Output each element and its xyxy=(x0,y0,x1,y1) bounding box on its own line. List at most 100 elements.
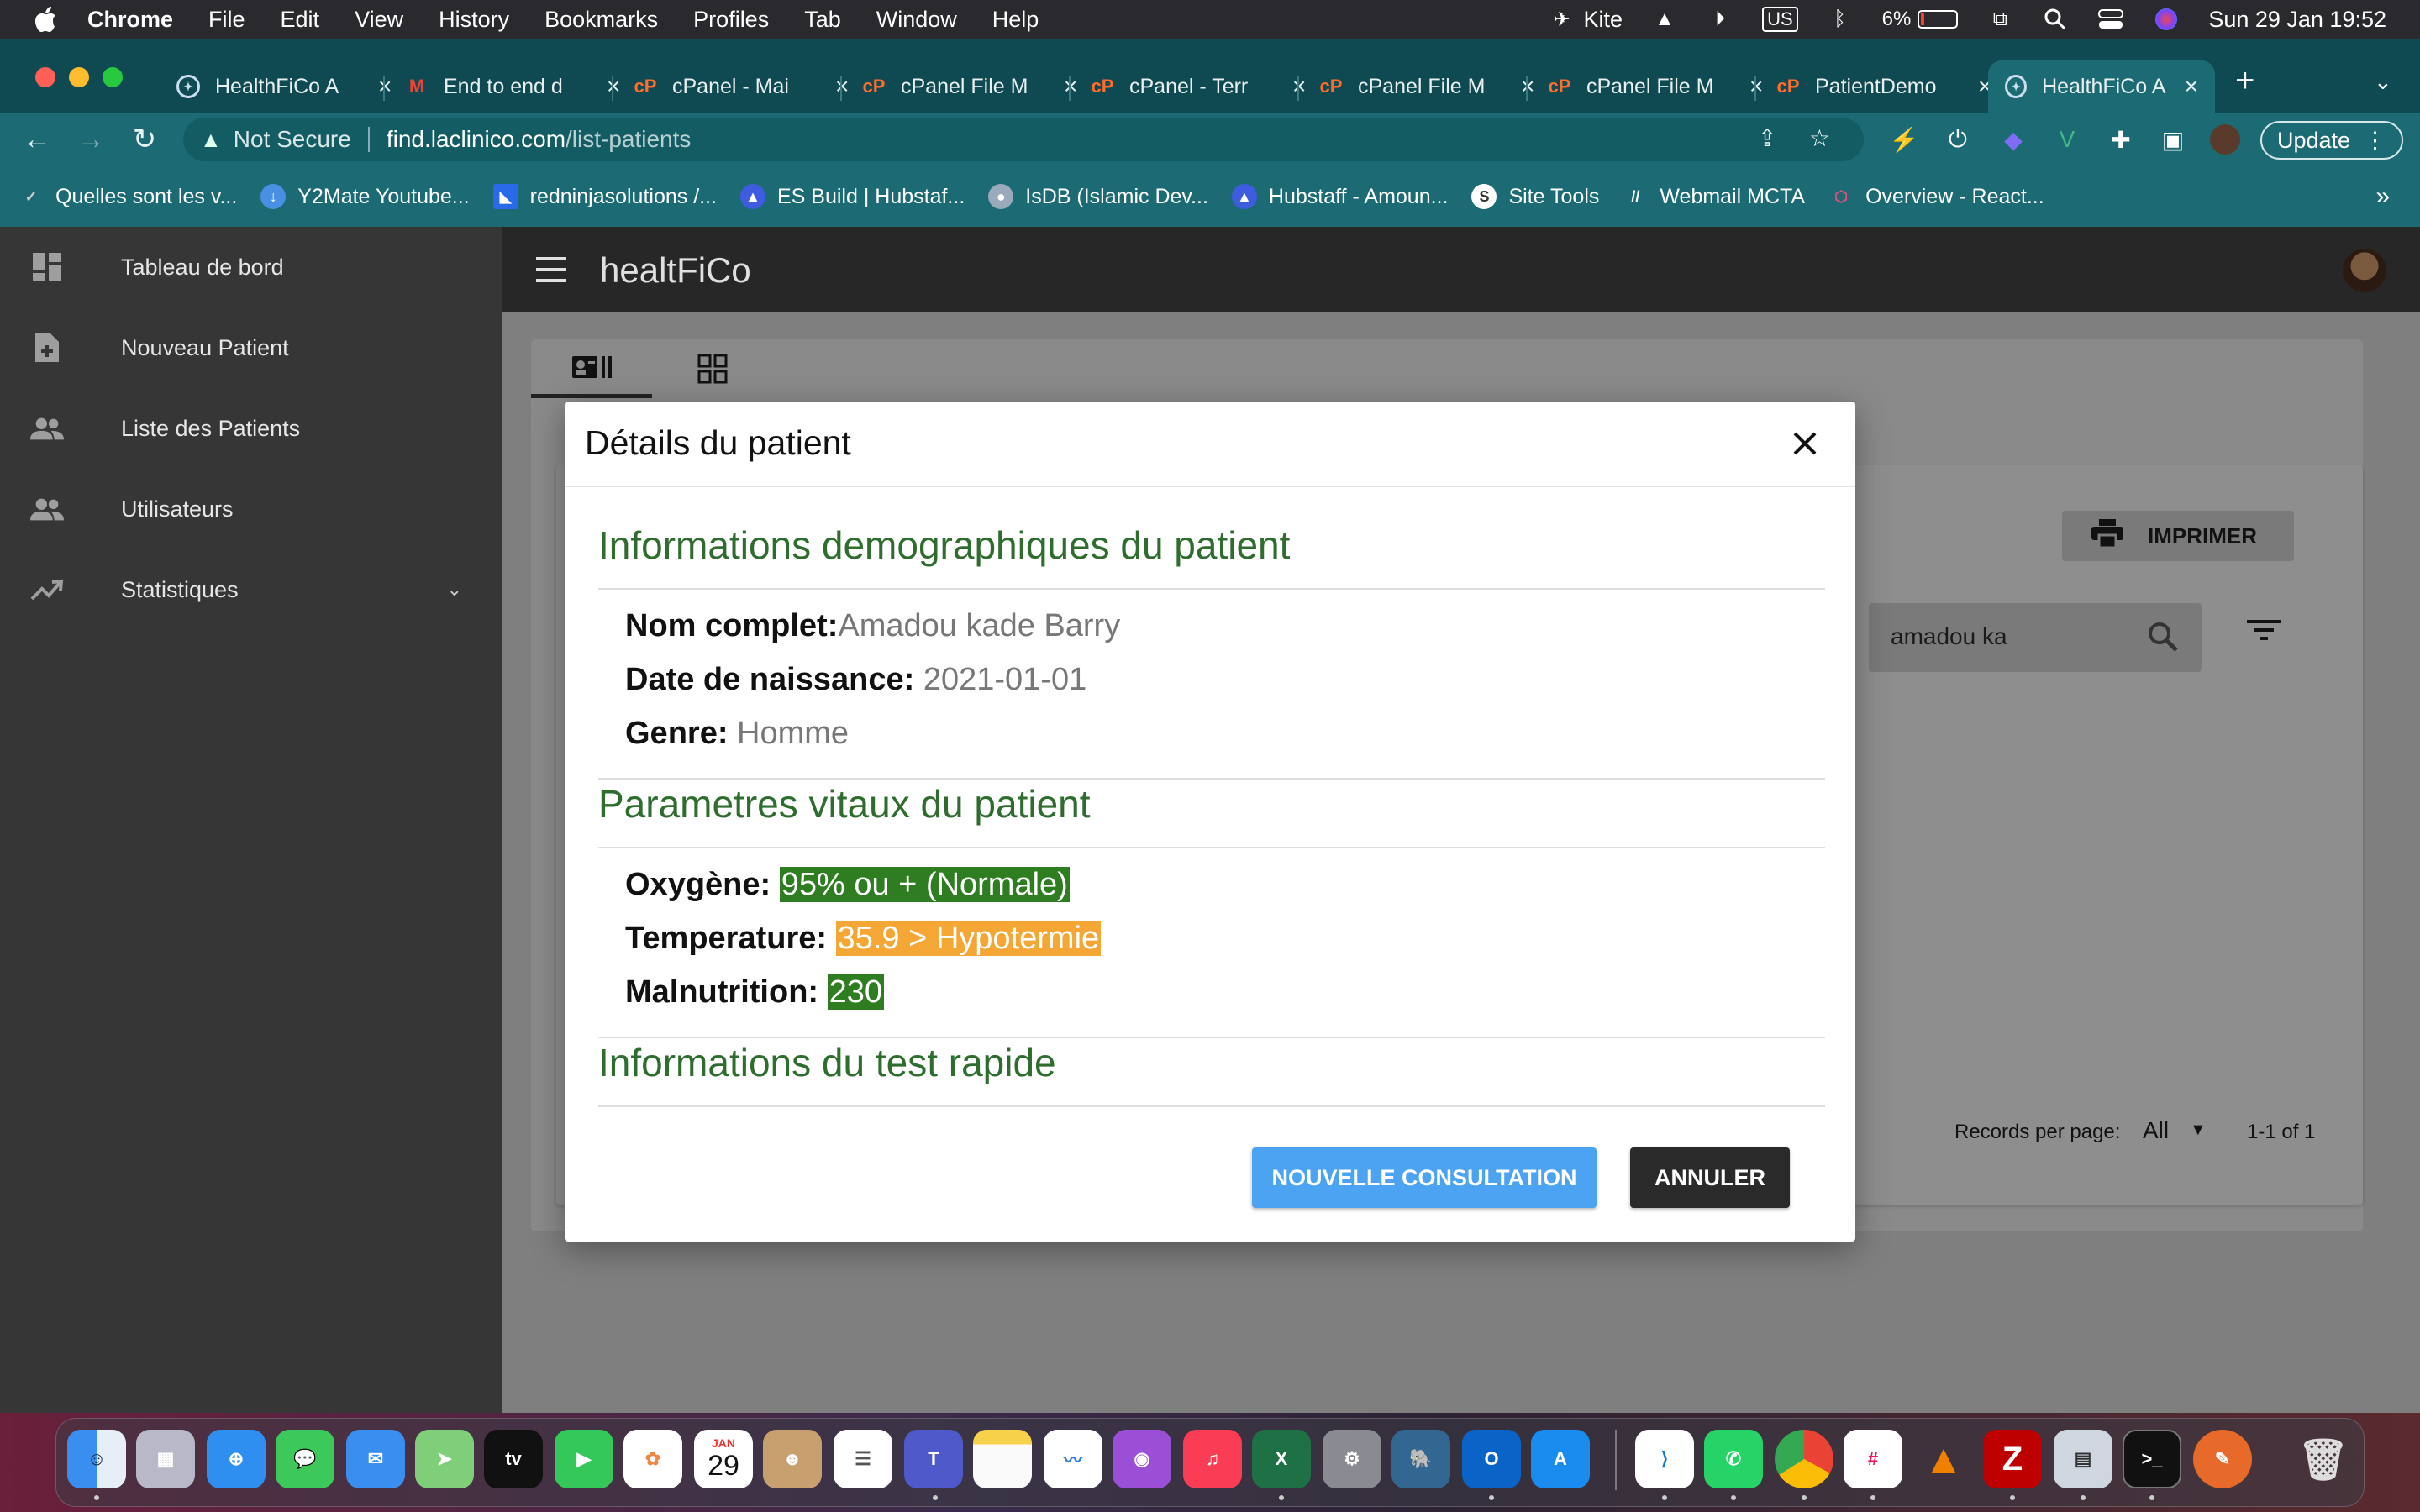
cancel-button[interactable]: ANNULER xyxy=(1630,1147,1790,1208)
extension-cube-icon[interactable]: ◆ xyxy=(1998,124,2028,155)
menu-help[interactable]: Help xyxy=(992,7,1039,33)
back-button[interactable]: ← xyxy=(20,123,54,156)
address-bar[interactable]: ▲ Not Secure find.laclinico.com /list-pa… xyxy=(183,118,1864,161)
profile-avatar[interactable] xyxy=(2210,124,2240,155)
finder-icon[interactable]: ☺ xyxy=(67,1430,126,1488)
user-avatar[interactable] xyxy=(2343,249,2386,292)
patient-search-input[interactable]: amadou ka xyxy=(1869,603,2202,672)
close-icon[interactable] xyxy=(1788,427,1822,460)
bookmark-item[interactable]: ▲ Hubstaff - Amoun... xyxy=(1231,184,1448,209)
kite-label[interactable]: Kite xyxy=(1584,7,1623,33)
browser-tab[interactable]: cP PatientDemo × xyxy=(1760,60,2008,113)
extension-power-icon[interactable]: ⏻ xyxy=(1943,124,1973,155)
terminal-icon[interactable]: >_ xyxy=(2123,1430,2181,1488)
security-label[interactable]: Not Secure xyxy=(234,126,351,153)
spotlight-search-icon[interactable] xyxy=(2042,8,2069,31)
window-zoom-button[interactable] xyxy=(103,67,123,87)
teams-icon[interactable]: T xyxy=(904,1430,963,1488)
filter-icon[interactable] xyxy=(2247,618,2281,646)
bookmark-item[interactable]: ◣ redninjasolutions /... xyxy=(492,184,717,209)
extensions-puzzle-icon[interactable]: ✚ xyxy=(2106,124,2136,155)
menu-bookmarks[interactable]: Bookmarks xyxy=(544,7,658,33)
launchpad-icon[interactable]: ▦ xyxy=(136,1430,195,1488)
maps-icon[interactable]: ➤ xyxy=(415,1430,474,1488)
browser-tab[interactable]: cP cPanel - Terr × xyxy=(1074,60,1323,113)
share-icon[interactable]: ⇪ xyxy=(1757,124,1776,152)
music-icon[interactable]: ♫ xyxy=(1183,1430,1242,1488)
update-button[interactable]: Update ⋮ xyxy=(2260,121,2403,160)
grid-view-tab[interactable] xyxy=(652,339,773,398)
vlc-menu-icon[interactable]: ▲ xyxy=(1651,8,1678,31)
extension-bolt-icon[interactable]: ⚡ xyxy=(1889,124,1919,155)
filezilla-icon[interactable]: Z xyxy=(1983,1430,2042,1488)
bookmark-item[interactable]: // Webmail MCTA xyxy=(1623,184,1805,209)
warning-icon[interactable]: ▲ xyxy=(200,127,222,153)
bookmark-item[interactable]: ↓ Y2Mate Youtube... xyxy=(260,184,470,209)
menu-edit[interactable]: Edit xyxy=(281,7,320,33)
sidebar-item-patient-list[interactable]: Liste des Patients xyxy=(0,388,502,469)
menu-icon[interactable] xyxy=(536,257,566,282)
forward-button[interactable]: → xyxy=(74,123,108,156)
system-settings-icon[interactable]: ⚙ xyxy=(1323,1430,1381,1488)
browser-tab-active[interactable]: ✦ HealthFiCo A × xyxy=(1988,60,2215,113)
contacts-icon[interactable]: ☻ xyxy=(763,1430,822,1488)
menubar-clock[interactable]: Sun 29 Jan 19:52 xyxy=(2208,7,2386,33)
slack-icon[interactable]: # xyxy=(1844,1430,1902,1488)
play-circle-icon[interactable]: ⏵ xyxy=(1707,8,1733,31)
vlc-icon[interactable]: ▲ xyxy=(1914,1430,1973,1488)
kite-icon[interactable]: ✈ xyxy=(1549,8,1576,31)
apple-tv-icon[interactable]: tv xyxy=(484,1430,543,1488)
excel-icon[interactable]: X xyxy=(1252,1430,1311,1488)
browser-tab[interactable]: M End to end d × xyxy=(388,60,637,113)
new-consultation-button[interactable]: NOUVELLE CONSULTATION xyxy=(1252,1147,1597,1208)
safari-icon[interactable]: ⊕ xyxy=(207,1430,266,1488)
freeform-icon[interactable]: 〰 xyxy=(1044,1430,1102,1488)
preview-icon[interactable]: ▤ xyxy=(2054,1430,2112,1488)
menu-view[interactable]: View xyxy=(355,7,403,33)
photos-icon[interactable]: ✿ xyxy=(623,1430,682,1488)
app-store-icon[interactable]: A xyxy=(1531,1430,1590,1488)
menu-history[interactable]: History xyxy=(439,7,509,33)
side-panel-icon[interactable]: ▣ xyxy=(2158,124,2188,155)
menu-app-name[interactable]: Chrome xyxy=(87,7,173,33)
menu-profiles[interactable]: Profiles xyxy=(693,7,769,33)
more-vert-icon[interactable]: ⋮ xyxy=(2364,128,2386,154)
bookmark-star-icon[interactable]: ☆ xyxy=(1809,124,1830,152)
dropdown-arrow-icon[interactable]: ▼ xyxy=(2190,1121,2207,1140)
notes-icon[interactable] xyxy=(973,1430,1032,1488)
sidebar-item-statistics[interactable]: Statistiques ⌄ xyxy=(0,549,502,630)
messages-icon[interactable]: 💬 xyxy=(276,1430,334,1488)
calendar-icon[interactable]: JAN 29 xyxy=(694,1430,753,1488)
window-close-button[interactable] xyxy=(35,67,55,87)
close-tab-icon[interactable]: × xyxy=(2185,73,2198,100)
menu-file[interactable]: File xyxy=(208,7,245,33)
more-bookmarks-icon[interactable]: » xyxy=(2375,182,2390,211)
facetime-icon[interactable]: ▶ xyxy=(555,1430,613,1488)
browser-tab[interactable]: cP cPanel - Mai × xyxy=(617,60,865,113)
tab-search-chevron-icon[interactable]: ⌄ xyxy=(2374,69,2392,95)
pencil-app-icon[interactable]: ✎ xyxy=(2193,1430,2252,1488)
reminders-icon[interactable]: ☰ xyxy=(834,1430,892,1488)
bluetooth-icon[interactable]: ᛒ xyxy=(1827,8,1854,31)
browser-tab[interactable]: cP cPanel File M × xyxy=(1531,60,1780,113)
bookmark-item[interactable]: ⬡ Overview - React... xyxy=(1828,184,2044,209)
menu-tab[interactable]: Tab xyxy=(804,7,841,33)
podcasts-icon[interactable]: ◉ xyxy=(1113,1430,1171,1488)
bookmark-item[interactable]: ✓ Quelles sont les v... xyxy=(18,184,237,209)
sidebar-item-users[interactable]: Utilisateurs xyxy=(0,469,502,549)
mail-icon[interactable]: ✉ xyxy=(346,1430,405,1488)
bookmark-item[interactable]: ▲ ES Build | Hubstaf... xyxy=(740,184,965,209)
reload-button[interactable]: ↻ xyxy=(128,123,161,156)
bookmark-item[interactable]: ● IsDB (Islamic Dev... xyxy=(988,184,1208,209)
control-center-icon[interactable] xyxy=(2097,8,2124,31)
apple-icon[interactable] xyxy=(30,3,62,35)
vscode-icon[interactable]: ⟩ xyxy=(1635,1430,1694,1488)
sidebar-item-dashboard[interactable]: Tableau de bord xyxy=(0,227,502,307)
browser-tab[interactable]: cP cPanel File M × xyxy=(1302,60,1551,113)
print-button[interactable]: IMPRIMER xyxy=(2062,511,2294,561)
browser-tab[interactable]: ✦ HealthFiCo A × xyxy=(160,60,408,113)
trash-icon[interactable]: 🗑 xyxy=(2294,1430,2353,1488)
menu-window[interactable]: Window xyxy=(876,7,957,33)
screen-mirroring-icon[interactable]: ⧉ xyxy=(1986,8,2013,31)
browser-tab[interactable]: cP cPanel File M × xyxy=(845,60,1094,113)
